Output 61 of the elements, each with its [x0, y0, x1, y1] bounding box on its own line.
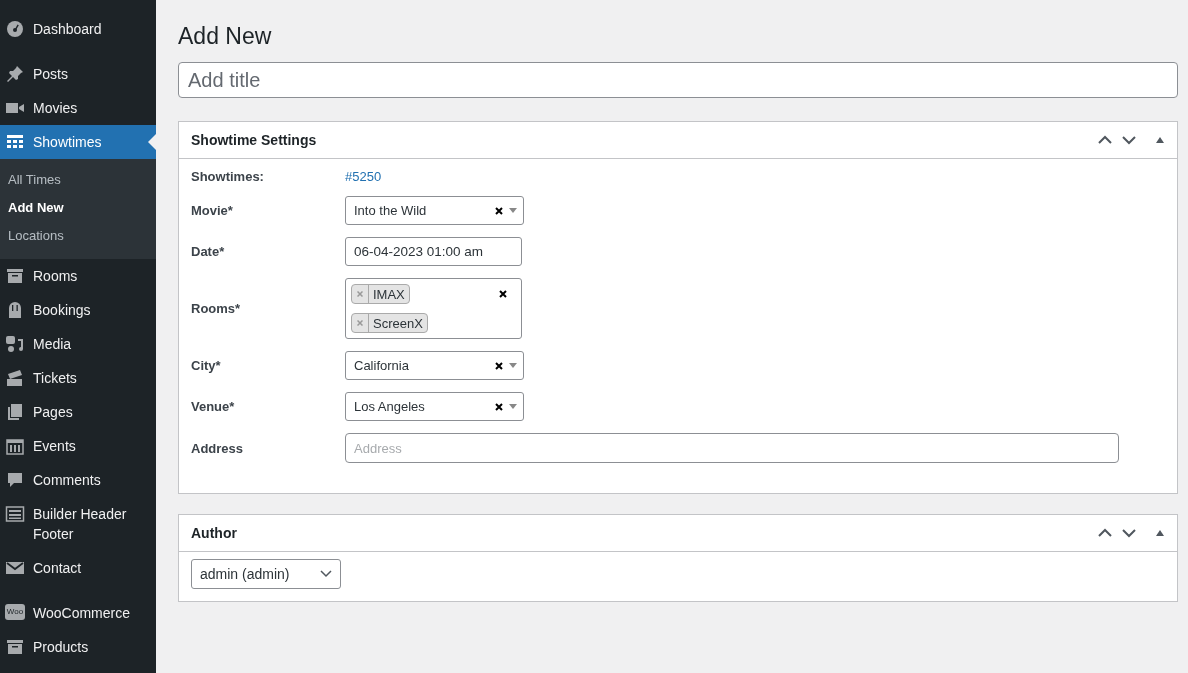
tag-chip[interactable]: IMAX	[351, 284, 410, 304]
media-icon	[5, 334, 25, 354]
field-label: Address	[191, 440, 245, 456]
tag-chip[interactable]: ScreenX	[351, 313, 428, 333]
submenu-item[interactable]: All Times	[0, 166, 156, 194]
gauge-icon	[5, 19, 25, 39]
archive-icon	[5, 637, 25, 657]
title-field[interactable]: Add title	[178, 62, 1178, 98]
address-field[interactable]: Address	[345, 433, 1119, 463]
clear-icon[interactable]	[499, 290, 507, 298]
clear-icon[interactable]	[495, 206, 503, 215]
sidebar-item[interactable]: Woo WooCommerce	[0, 596, 156, 630]
sidebar-item[interactable]: Tickets	[0, 361, 156, 395]
clear-icon[interactable]	[495, 361, 503, 370]
field-label: Venue*	[191, 399, 236, 414]
sidebar-item[interactable]: Rooms	[0, 259, 156, 293]
author-select[interactable]: admin (admin)	[191, 559, 341, 589]
sidebar-item[interactable]: Events	[0, 429, 156, 463]
sidebar-item[interactable]: Dashboard	[0, 12, 156, 46]
sidebar-item[interactable]: Pages	[0, 395, 156, 429]
chevron-up-icon[interactable]	[1097, 135, 1113, 145]
chevron-down-icon[interactable]	[1121, 528, 1137, 538]
sidebar-item[interactable]: Movies	[0, 91, 156, 125]
date-field[interactable]: 06-04-2023 01:00 am	[345, 237, 522, 266]
sidebar-item[interactable]: Products	[0, 630, 156, 664]
field-label: Rooms*	[191, 301, 242, 316]
keyboard-icon	[5, 504, 25, 524]
sidebar-item[interactable]: Comments	[0, 463, 156, 497]
collapse-triangle-icon[interactable]	[1155, 529, 1165, 537]
select-field[interactable]: Into the Wild	[345, 196, 524, 225]
collapse-triangle-icon[interactable]	[1155, 136, 1165, 144]
submenu-item[interactable]: Locations	[0, 222, 156, 250]
sidebar-item[interactable]: Bookings	[0, 293, 156, 327]
tickets-icon	[5, 368, 25, 388]
chevron-down-icon[interactable]	[1121, 135, 1137, 145]
field-label: Date*	[191, 244, 226, 259]
sidebar-item[interactable]: Media	[0, 327, 156, 361]
select-field[interactable]: Los Angeles	[345, 392, 524, 421]
clear-icon[interactable]	[495, 402, 503, 411]
sidebar-item[interactable]: Showtimes	[0, 125, 156, 159]
calendar-icon	[5, 436, 25, 456]
bubble-icon	[5, 470, 25, 490]
sidebar-item[interactable]: Builder Header Footer	[0, 497, 156, 551]
panel-title: Showtime Settings	[191, 132, 318, 148]
select-field[interactable]: California	[345, 351, 524, 380]
submenu-item[interactable]: Add New	[0, 194, 156, 222]
sidebar-item[interactable]: Contact	[0, 551, 156, 585]
chevron-up-icon[interactable]	[1097, 528, 1113, 538]
chevron-down-icon	[320, 570, 332, 578]
archive-icon	[5, 266, 25, 286]
field-label: Movie*	[191, 203, 234, 218]
tags-field[interactable]: IMAX ScreenX	[345, 278, 522, 339]
sidebar-item[interactable]: Posts	[0, 57, 156, 91]
woo-logo-icon: Woo	[5, 604, 25, 620]
showtime-link[interactable]: #5250	[345, 169, 382, 184]
field-label: City*	[191, 358, 222, 373]
page-heading: Add New	[178, 22, 273, 50]
panel-title: Author	[191, 525, 238, 541]
pages-icon	[5, 402, 25, 422]
pin-icon	[5, 64, 25, 84]
field-label: Showtimes:	[191, 169, 265, 184]
